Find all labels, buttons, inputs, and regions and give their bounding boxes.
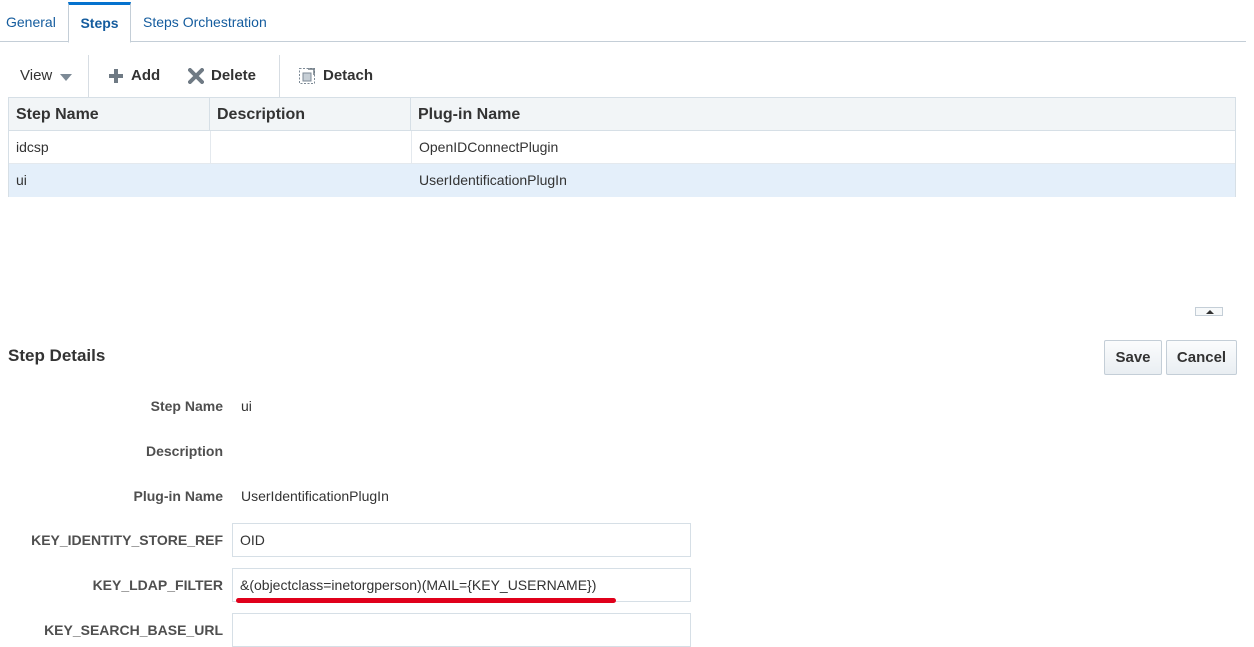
view-menu-button[interactable]: View bbox=[20, 55, 73, 97]
save-button[interactable]: Save bbox=[1104, 340, 1162, 375]
plugin-name-label: Plug-in Name bbox=[133, 488, 223, 504]
steps-table: Step Name Description Plug-in Name idcsp… bbox=[8, 97, 1236, 197]
field-row-description: Description bbox=[0, 434, 700, 468]
detach-icon bbox=[299, 68, 315, 84]
toolbar-divider bbox=[279, 55, 280, 97]
cancel-button[interactable]: Cancel bbox=[1166, 340, 1237, 375]
splitter-collapse-button[interactable] bbox=[1195, 307, 1223, 316]
cell-description bbox=[210, 131, 411, 164]
column-header-plugin-name[interactable]: Plug-in Name bbox=[411, 98, 1235, 131]
cell-description bbox=[210, 164, 411, 197]
field-row-plugin-name: Plug-in Name UserIdentificationPlugIn bbox=[0, 479, 700, 513]
steps-toolbar: View Add Delete Detach bbox=[8, 55, 1238, 97]
tab-steps-orchestration[interactable]: Steps Orchestration bbox=[143, 2, 283, 42]
plugin-name-value: UserIdentificationPlugIn bbox=[241, 488, 389, 504]
cell-step-name: ui bbox=[16, 172, 27, 188]
delete-x-icon bbox=[188, 68, 204, 84]
step-name-label: Step Name bbox=[150, 398, 223, 414]
plus-icon bbox=[109, 69, 123, 83]
ldap-filter-label: KEY_LDAP_FILTER bbox=[92, 577, 223, 593]
chevron-up-icon bbox=[1206, 310, 1214, 314]
ldap-filter-input[interactable]: &(objectclass=inetorgperson)(MAIL={KEY_U… bbox=[232, 568, 691, 602]
highlight-underline bbox=[236, 598, 616, 603]
delete-label: Delete bbox=[211, 67, 257, 84]
column-header-step-name[interactable]: Step Name bbox=[9, 98, 210, 131]
field-row-ldap-filter: KEY_LDAP_FILTER &(objectclass=inetorgper… bbox=[0, 568, 700, 602]
description-label: Description bbox=[145, 443, 223, 459]
tab-steps[interactable]: Steps bbox=[68, 2, 131, 43]
tab-general[interactable]: General bbox=[6, 2, 60, 42]
step-name-value: ui bbox=[241, 398, 252, 414]
tab-bar: General Steps Steps Orchestration bbox=[0, 0, 1246, 43]
table-header: Step Name Description Plug-in Name bbox=[9, 98, 1235, 131]
detach-button[interactable]: Detach bbox=[298, 55, 373, 97]
chevron-down-icon bbox=[60, 73, 73, 81]
add-button[interactable]: Add bbox=[108, 55, 160, 97]
cell-plugin-name: OpenIDConnectPlugin bbox=[411, 131, 1235, 164]
detach-label: Detach bbox=[323, 67, 374, 84]
cell-plugin-name: UserIdentificationPlugIn bbox=[419, 172, 567, 188]
field-row-step-name: Step Name ui bbox=[0, 389, 700, 423]
toolbar-divider bbox=[88, 55, 89, 97]
field-row-identity-store-ref: KEY_IDENTITY_STORE_REF OID bbox=[0, 523, 700, 557]
cell-step-name: idcsp bbox=[16, 139, 49, 155]
view-menu-label: View bbox=[20, 67, 53, 84]
add-label: Add bbox=[131, 67, 161, 84]
column-header-description[interactable]: Description bbox=[210, 98, 411, 131]
identity-store-ref-input[interactable]: OID bbox=[232, 523, 691, 557]
identity-store-ref-label: KEY_IDENTITY_STORE_REF bbox=[31, 532, 223, 548]
table-row-selected[interactable]: ui UserIdentificationPlugIn bbox=[9, 164, 1235, 197]
delete-button[interactable]: Delete bbox=[188, 55, 256, 97]
step-details-title: Step Details bbox=[8, 346, 106, 365]
table-row[interactable]: idcsp OpenIDConnectPlugin bbox=[9, 131, 1235, 164]
